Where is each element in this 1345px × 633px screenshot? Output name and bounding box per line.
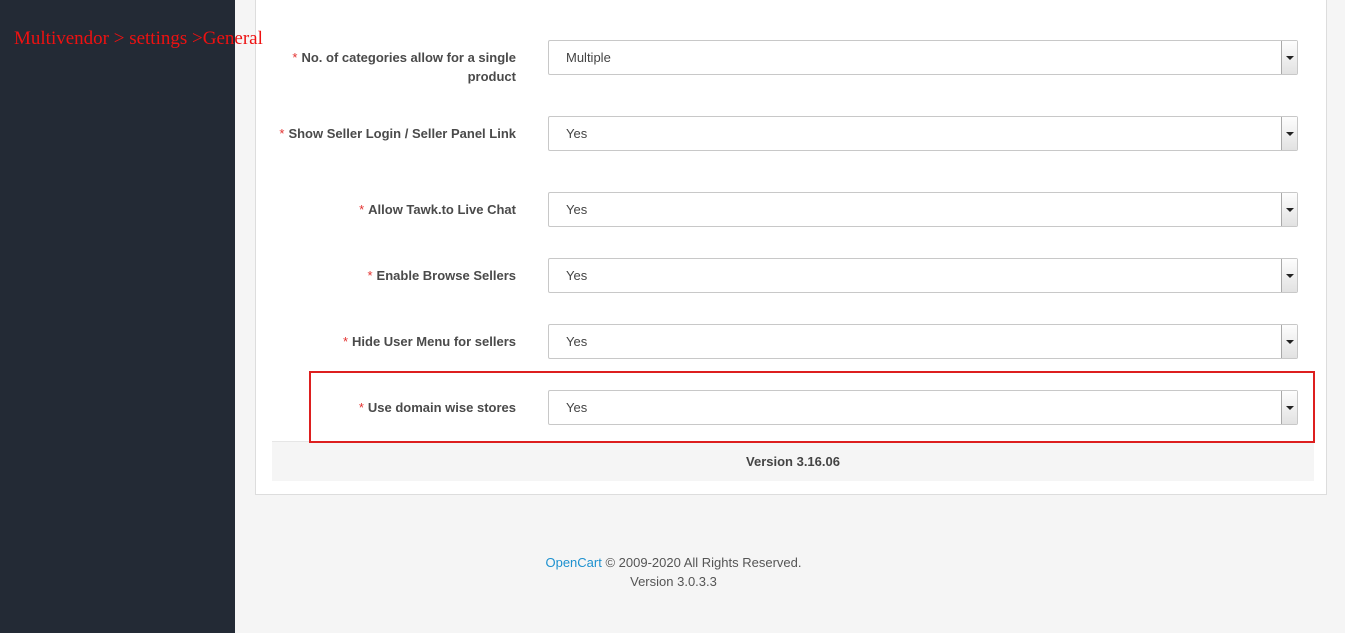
required-marker: * [342,334,348,349]
highlight-box [309,371,1315,443]
dropdown-arrow-icon[interactable] [1281,117,1297,150]
show-seller-login-select[interactable]: Yes [548,116,1298,151]
breadcrumb-annotation: Multivendor > settings >General [14,28,263,49]
footer-version: Version 3.0.3.3 [630,574,717,589]
select-value: Yes [566,126,588,141]
field-label: * Enable Browse Sellers [367,268,516,283]
required-marker: * [367,268,373,283]
opencart-link[interactable]: OpenCart [545,555,601,570]
field-label: * No. of categories allow for a single pr… [292,50,516,84]
required-marker: * [292,50,298,65]
hide-user-menu-select[interactable]: Yes [548,324,1298,359]
field-label: * Hide User Menu for sellers [342,334,516,349]
copyright-text: © 2009-2020 All Rights Reserved. [601,555,802,570]
categories-per-product-select[interactable]: Multiple [548,40,1298,75]
field-label: * Allow Tawk.to Live Chat [359,202,516,217]
select-value: Multiple [566,50,611,65]
dropdown-arrow-icon[interactable] [1281,41,1297,74]
required-marker: * [279,126,285,141]
footer-copyright-line: OpenCart © 2009-2020 All Rights Reserved… [235,553,1112,572]
dropdown-arrow-icon[interactable] [1281,193,1297,226]
select-value: Yes [566,268,588,283]
select-value: Yes [566,334,588,349]
footer: OpenCart © 2009-2020 All Rights Reserved… [235,553,1112,591]
browse-sellers-select[interactable]: Yes [548,258,1298,293]
module-version: Version 3.16.06 [272,441,1314,481]
dropdown-arrow-icon[interactable] [1281,259,1297,292]
field-label: * Show Seller Login / Seller Panel Link [279,126,516,141]
sidebar [0,0,235,633]
dropdown-arrow-icon[interactable] [1281,325,1297,358]
required-marker: * [359,202,365,217]
tawk-live-chat-select[interactable]: Yes [548,192,1298,227]
select-value: Yes [566,202,588,217]
